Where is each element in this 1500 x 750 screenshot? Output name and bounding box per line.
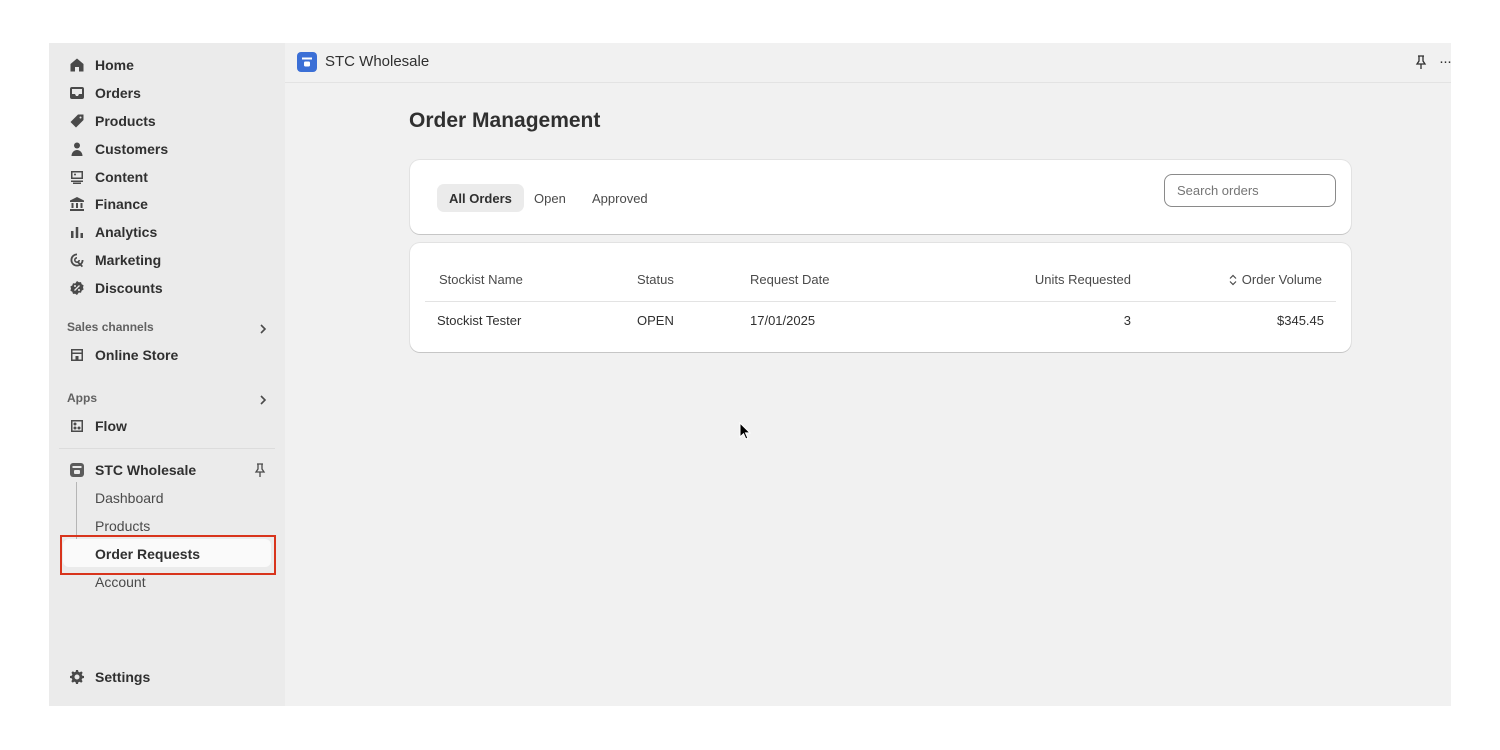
sidebar-item-label: Home [95, 57, 134, 73]
sidebar-item-settings[interactable]: Settings [67, 665, 150, 689]
column-header-request-date[interactable]: Request Date [750, 272, 830, 287]
cell-stockist-name: Stockist Tester [437, 313, 522, 328]
sidebar-item-label: Settings [95, 669, 151, 685]
highlight-annotation-box [60, 535, 276, 575]
content-icon [67, 167, 87, 187]
sidebar-item-label: Orders [95, 85, 141, 101]
sidebar-item-label: Content [95, 169, 148, 185]
cell-units-requested: 3 [1123, 313, 1131, 328]
column-header-order-volume[interactable]: Order Volume [1228, 272, 1322, 287]
sort-icon [1228, 274, 1238, 286]
chevron-right-icon[interactable] [256, 393, 270, 407]
sidebar-item-label: Products [95, 113, 156, 129]
sidebar-item-label: Flow [95, 418, 127, 434]
sidebar-item-marketing[interactable]: Marketing [67, 248, 161, 272]
tag-icon [67, 111, 87, 131]
chevron-right-icon[interactable] [256, 322, 270, 336]
tab-approved[interactable]: Approved [580, 184, 660, 212]
sidebar-item-content[interactable]: Content [67, 165, 148, 189]
apps-label: Apps [67, 391, 97, 405]
sidebar-divider [59, 448, 275, 449]
sidebar-item-label: Finance [95, 196, 148, 212]
sidebar-item-orders[interactable]: Orders [67, 81, 141, 105]
sidebar-item-products[interactable]: Products [67, 109, 156, 133]
sidebar-sub-item-products[interactable]: Products [95, 518, 150, 534]
cell-status: OPEN [637, 313, 674, 328]
stc-wholesale-app-icon [67, 460, 87, 480]
app-top-bar: STC Wholesale ··· [285, 43, 1451, 83]
sidebar-item-label: STC Wholesale [95, 462, 197, 478]
home-icon [67, 55, 87, 75]
sidebar-item-stc-wholesale[interactable]: STC Wholesale [67, 458, 196, 482]
inbox-icon [67, 83, 87, 103]
app-title: STC Wholesale [325, 53, 430, 70]
stc-wholesale-logo-icon [297, 52, 317, 72]
more-actions-icon[interactable]: ··· [1439, 53, 1451, 70]
sidebar-item-customers[interactable]: Customers [67, 137, 168, 161]
column-header-status[interactable]: Status [637, 272, 674, 287]
sales-channels-label: Sales channels [67, 320, 154, 334]
column-header-stockist-name[interactable]: Stockist Name [439, 272, 523, 287]
gear-icon [67, 667, 87, 687]
target-icon [67, 250, 87, 270]
sidebar-item-finance[interactable]: Finance [67, 192, 148, 216]
sidebar-item-analytics[interactable]: Analytics [67, 220, 157, 244]
sidebar-item-label: Online Store [95, 347, 179, 363]
sidebar-item-label: Customers [95, 141, 169, 157]
admin-window: Home Orders Products Customers Content F… [49, 43, 1451, 706]
cell-request-date: 17/01/2025 [750, 313, 816, 328]
tab-all-orders[interactable]: All Orders [437, 184, 524, 212]
sidebar-sub-item-dashboard[interactable]: Dashboard [95, 490, 164, 506]
tab-open[interactable]: Open [522, 184, 578, 212]
search-input[interactable] [1164, 174, 1336, 207]
person-icon [67, 139, 87, 159]
filter-tabs-card: All Orders Open Approved [410, 160, 1351, 234]
pin-icon[interactable] [1413, 54, 1429, 70]
column-header-units-requested[interactable]: Units Requested [1035, 272, 1131, 287]
sidebar-item-flow[interactable]: Flow [67, 414, 127, 438]
orders-table: Stockist Name Status Request Date Units … [410, 243, 1351, 352]
discount-icon [67, 278, 87, 298]
column-header-label: Order Volume [1241, 272, 1322, 287]
sidebar: Home Orders Products Customers Content F… [49, 43, 285, 706]
header-row-separator [425, 301, 1336, 302]
sidebar-item-label: Marketing [95, 252, 162, 268]
sidebar-item-home[interactable]: Home [67, 53, 134, 77]
store-icon [67, 345, 87, 365]
sidebar-item-label: Analytics [95, 224, 158, 240]
bar-chart-icon [67, 222, 87, 242]
bank-icon [67, 194, 87, 214]
page-title: Order Management [409, 109, 601, 132]
sidebar-item-discounts[interactable]: Discounts [67, 276, 163, 300]
pin-icon[interactable] [252, 462, 268, 478]
sidebar-sub-item-account[interactable]: Account [95, 574, 146, 590]
mouse-cursor-icon [739, 421, 753, 442]
sidebar-item-online-store[interactable]: Online Store [67, 343, 178, 367]
flow-icon [67, 416, 87, 436]
sidebar-item-label: Discounts [95, 280, 163, 296]
cell-order-volume: $345.45 [1277, 313, 1324, 328]
